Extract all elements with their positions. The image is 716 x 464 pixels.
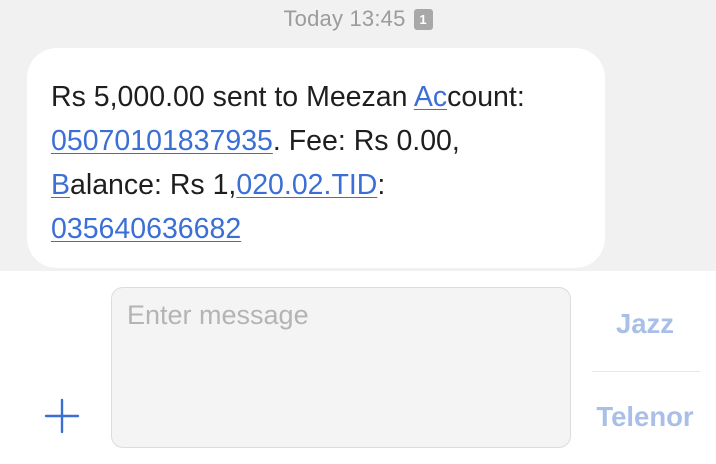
message-thread: Today 13:45 1 Rs 5,000.00 sent to Meezan…: [0, 0, 716, 271]
send-sim1-button[interactable]: Jazz: [590, 279, 700, 369]
message-line-3: Balance: Rs 1,020.02.TID:: [51, 163, 581, 207]
message-text: . Fee: Rs 0.00,: [272, 125, 460, 157]
add-attachment-button[interactable]: [43, 397, 81, 435]
transaction-id-link[interactable]: 035640636682: [51, 213, 241, 245]
message-line-4: 035640636682: [51, 207, 581, 251]
message-text: alance: Rs 1,: [70, 169, 237, 201]
sim-badge-icon: 1: [413, 8, 433, 30]
sim1-label: Jazz: [615, 308, 675, 339]
send-sim2-button[interactable]: Telenor: [590, 372, 700, 462]
message-input[interactable]: [111, 287, 571, 448]
message-line-2: 05070101837935. Fee: Rs 0.00,: [51, 119, 581, 163]
message-text: Rs 5,000.00 sent to Meezan: [51, 81, 414, 113]
message-text: count:: [447, 81, 525, 113]
timestamp-row: Today 13:45 1: [0, 6, 716, 32]
message-composer: Jazz Telenor: [0, 271, 716, 464]
message-line-1: Rs 5,000.00 sent to Meezan Account:: [51, 75, 581, 119]
balance-amount-link[interactable]: 020.02.TID: [236, 169, 377, 201]
sim2-label: Telenor: [596, 401, 694, 432]
message-timestamp: Today 13:45: [283, 6, 406, 31]
account-number-link[interactable]: 05070101837935: [51, 125, 273, 157]
message-link-account-fragment[interactable]: Ac: [414, 81, 447, 113]
message-text: :: [377, 169, 386, 201]
message-bubble[interactable]: Rs 5,000.00 sent to Meezan Account: 0507…: [27, 48, 605, 268]
plus-icon: [44, 398, 80, 434]
message-link-balance-fragment[interactable]: B: [51, 169, 70, 201]
